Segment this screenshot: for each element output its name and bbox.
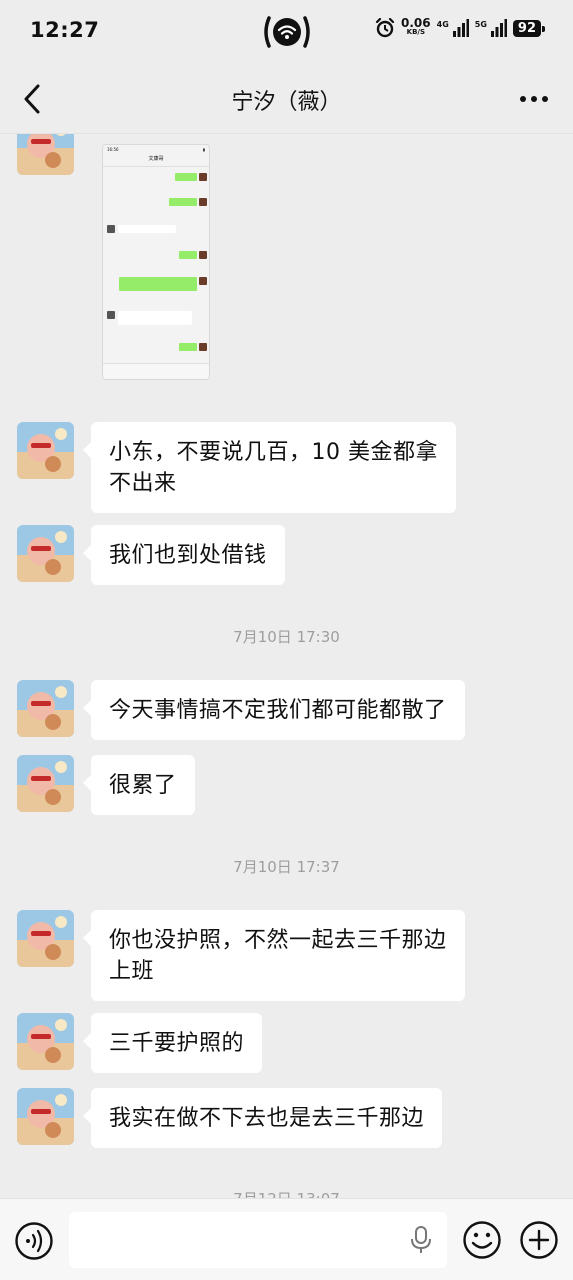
signal-icon — [490, 19, 507, 37]
network-speed-value: 0.06 — [401, 16, 431, 30]
thumbnail-timestamp — [103, 333, 209, 337]
thumbnail-avatar — [199, 343, 207, 351]
image-message-screenshot[interactable]: 16:56 ▮ 文康哥 — [102, 144, 210, 380]
thumbnail-time: 16:56 — [107, 147, 119, 152]
thumbnail-timestamp — [103, 301, 209, 305]
alarm-icon — [375, 18, 395, 38]
network-speed-unit: KB/S — [406, 28, 425, 36]
thumbnail-input-bar — [103, 363, 209, 379]
thumbnail-avatar — [107, 311, 115, 319]
message-row: 我们也到处借钱 — [17, 525, 285, 585]
message-bubble[interactable]: 我实在做不下去也是去三千那边 — [82, 1088, 443, 1148]
status-time: 12:27 — [30, 18, 100, 42]
status-indicators: 0.06 KB/S 4G 5G 92 — [375, 16, 546, 38]
message-row: 今天事情搞不定我们都可能都散了 — [17, 680, 465, 740]
emoji-button[interactable] — [462, 1220, 502, 1260]
contact-avatar[interactable] — [17, 525, 74, 582]
network-speed: 0.06 KB/S — [401, 16, 431, 37]
contact-avatar[interactable] — [17, 422, 74, 479]
thumbnail-bubble-sent — [175, 173, 197, 181]
thumbnail-battery: ▮ — [202, 147, 205, 152]
voice-input-button[interactable] — [14, 1221, 54, 1261]
thumbnail-bubble-received — [118, 225, 176, 233]
message-bubble[interactable]: 我们也到处借钱 — [83, 525, 285, 585]
message-bubble[interactable]: 三千要护照的 — [82, 1013, 263, 1073]
hotspot-icon — [264, 16, 310, 48]
thumbnail-timestamp — [103, 241, 209, 245]
contact-avatar[interactable] — [17, 1088, 74, 1145]
thumbnail-status-bar: 16:56 ▮ — [103, 145, 209, 155]
network-4g-label: 4G — [436, 20, 449, 29]
thumbnail-avatar — [199, 198, 207, 206]
status-bar: 12:27 0.06 KB/S 4G 5G 92 — [0, 0, 573, 64]
message-timestamp: 7月10日 17:30 — [233, 628, 340, 646]
thumbnail-timestamp — [103, 216, 209, 220]
message-row: 三千要护照的 — [17, 1013, 263, 1073]
thumbnail-bubble-sent — [169, 198, 197, 206]
message-row: 我实在做不下去也是去三千那边 — [17, 1088, 443, 1148]
microphone-icon[interactable] — [410, 1226, 432, 1254]
message-bubble[interactable]: 你也没护照，不然一起去三千那边 上班 — [83, 910, 465, 1001]
message-timestamp: 7月10日 17:37 — [233, 858, 340, 876]
thumbnail-timestamp — [103, 189, 209, 193]
thumbnail-bubble-received — [118, 311, 192, 325]
thumbnail-avatar — [199, 173, 207, 181]
thumbnail-bubble-sent — [179, 343, 197, 351]
signal-icon — [452, 19, 469, 37]
thumbnail-bubble-sent — [179, 251, 197, 259]
battery-indicator: 92 — [512, 19, 546, 37]
more-functions-button[interactable] — [519, 1220, 559, 1260]
message-row: 很累了 — [17, 755, 195, 815]
contact-avatar[interactable] — [17, 680, 74, 737]
contact-avatar[interactable] — [17, 755, 74, 812]
thumbnail-timestamp — [103, 269, 209, 273]
message-bubble[interactable]: 很累了 — [83, 755, 195, 815]
thumbnail-avatar — [107, 225, 115, 233]
contact-avatar[interactable] — [17, 1013, 74, 1070]
thumbnail-title: 文康哥 — [103, 155, 209, 167]
message-input[interactable] — [69, 1212, 447, 1268]
chat-input-bar — [0, 1198, 573, 1280]
network-5g-label: 5G — [474, 20, 487, 29]
message-bubble[interactable]: 小东，不要说几百，10 美金都拿 不出来 — [83, 422, 456, 513]
thumbnail-bubble-sent — [119, 277, 197, 291]
thumbnail-avatar — [199, 277, 207, 285]
message-row: 小东，不要说几百，10 美金都拿 不出来 — [17, 422, 456, 513]
message-bubble[interactable]: 今天事情搞不定我们都可能都散了 — [83, 680, 465, 740]
contact-avatar[interactable] — [17, 910, 74, 967]
message-row: 你也没护照，不然一起去三千那边 上班 — [17, 910, 465, 1001]
thumbnail-avatar — [199, 251, 207, 259]
